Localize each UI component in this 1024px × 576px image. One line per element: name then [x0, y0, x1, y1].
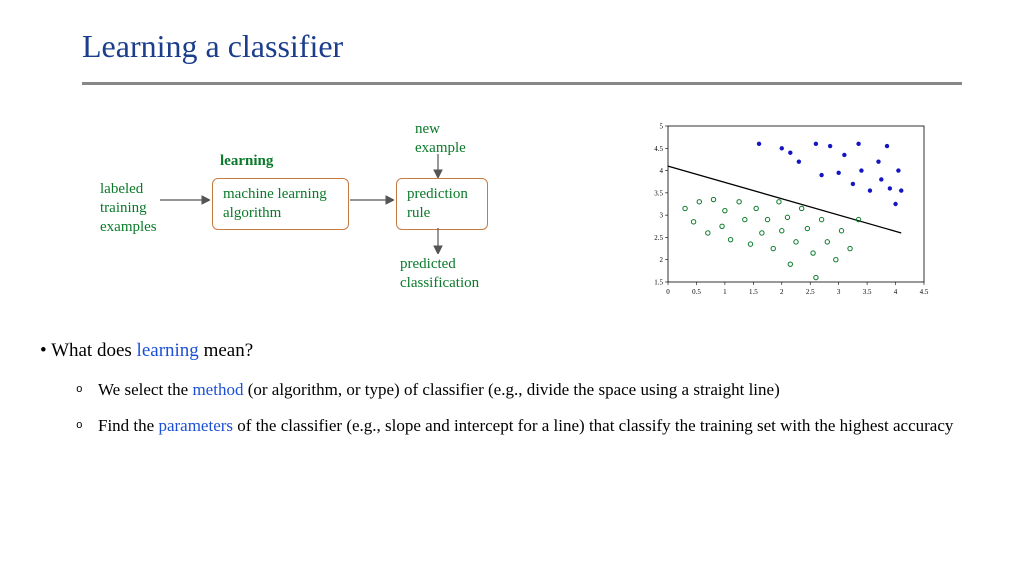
learning-label: learning: [220, 152, 273, 171]
bullet-main-post: mean?: [199, 340, 253, 361]
bullet-main-hl: learning: [137, 340, 199, 361]
bullet-sub2-hl: parameters: [158, 416, 233, 435]
bullet-sub1-hl: method: [192, 380, 243, 399]
svg-text:3: 3: [837, 288, 841, 296]
svg-text:4: 4: [660, 167, 664, 175]
svg-text:2: 2: [660, 256, 664, 264]
svg-text:1: 1: [723, 288, 727, 296]
labeled-examples-text: labeled training examples: [100, 180, 157, 236]
scatter-plot: 0 0.5 1 1.5 2 2.5 3 3.5 4 4.5 1.5 2 2.5 3 3.5 4 4.5 5: [640, 120, 930, 300]
bullet-sub2: Find the parameters of the classifier (e…: [98, 416, 980, 436]
bullet-sub2-post: of the classifier (e.g., slope and inter…: [233, 416, 953, 435]
algorithm-box: machine learning algorithm: [212, 178, 349, 230]
svg-text:5: 5: [660, 123, 664, 131]
title-rule: [82, 82, 962, 85]
arrow-algo-to-rule: [350, 194, 394, 206]
svg-text:3.5: 3.5: [654, 189, 663, 197]
slide-title: Learning a classifier: [82, 28, 343, 65]
bullet-sub1-post: (or algorithm, or type) of classifier (e…: [243, 380, 779, 399]
arrow-new-example-down: [432, 154, 444, 178]
new-example-text: new example: [415, 120, 466, 158]
svg-text:4.5: 4.5: [654, 145, 663, 153]
svg-text:2.5: 2.5: [654, 234, 663, 242]
svg-text:2.5: 2.5: [806, 288, 815, 296]
bullet-sub2-pre: Find the: [98, 416, 158, 435]
svg-text:3.5: 3.5: [863, 288, 872, 296]
bullet-main-pre: What does: [51, 340, 136, 361]
arrow-examples-to-algo: [160, 194, 210, 206]
svg-text:1.5: 1.5: [654, 279, 663, 287]
predicted-text: predicted classification: [400, 255, 479, 293]
bullet-sub1: We select the method (or algorithm, or t…: [98, 380, 980, 400]
svg-text:0: 0: [666, 288, 670, 296]
svg-text:2: 2: [780, 288, 784, 296]
svg-text:1.5: 1.5: [749, 288, 758, 296]
svg-text:0.5: 0.5: [692, 288, 701, 296]
bullet-sub1-pre: We select the: [98, 380, 192, 399]
svg-text:4.5: 4.5: [920, 288, 929, 296]
arrow-rule-to-predicted: [432, 228, 444, 254]
bullet-main: What does learning mean?: [40, 340, 980, 362]
bullet-list: What does learning mean? We select the m…: [40, 340, 980, 452]
svg-text:4: 4: [894, 288, 898, 296]
flow-diagram: learning labeled training examples machi…: [100, 120, 580, 310]
prediction-rule-box: prediction rule: [396, 178, 488, 230]
svg-text:3: 3: [660, 212, 664, 220]
